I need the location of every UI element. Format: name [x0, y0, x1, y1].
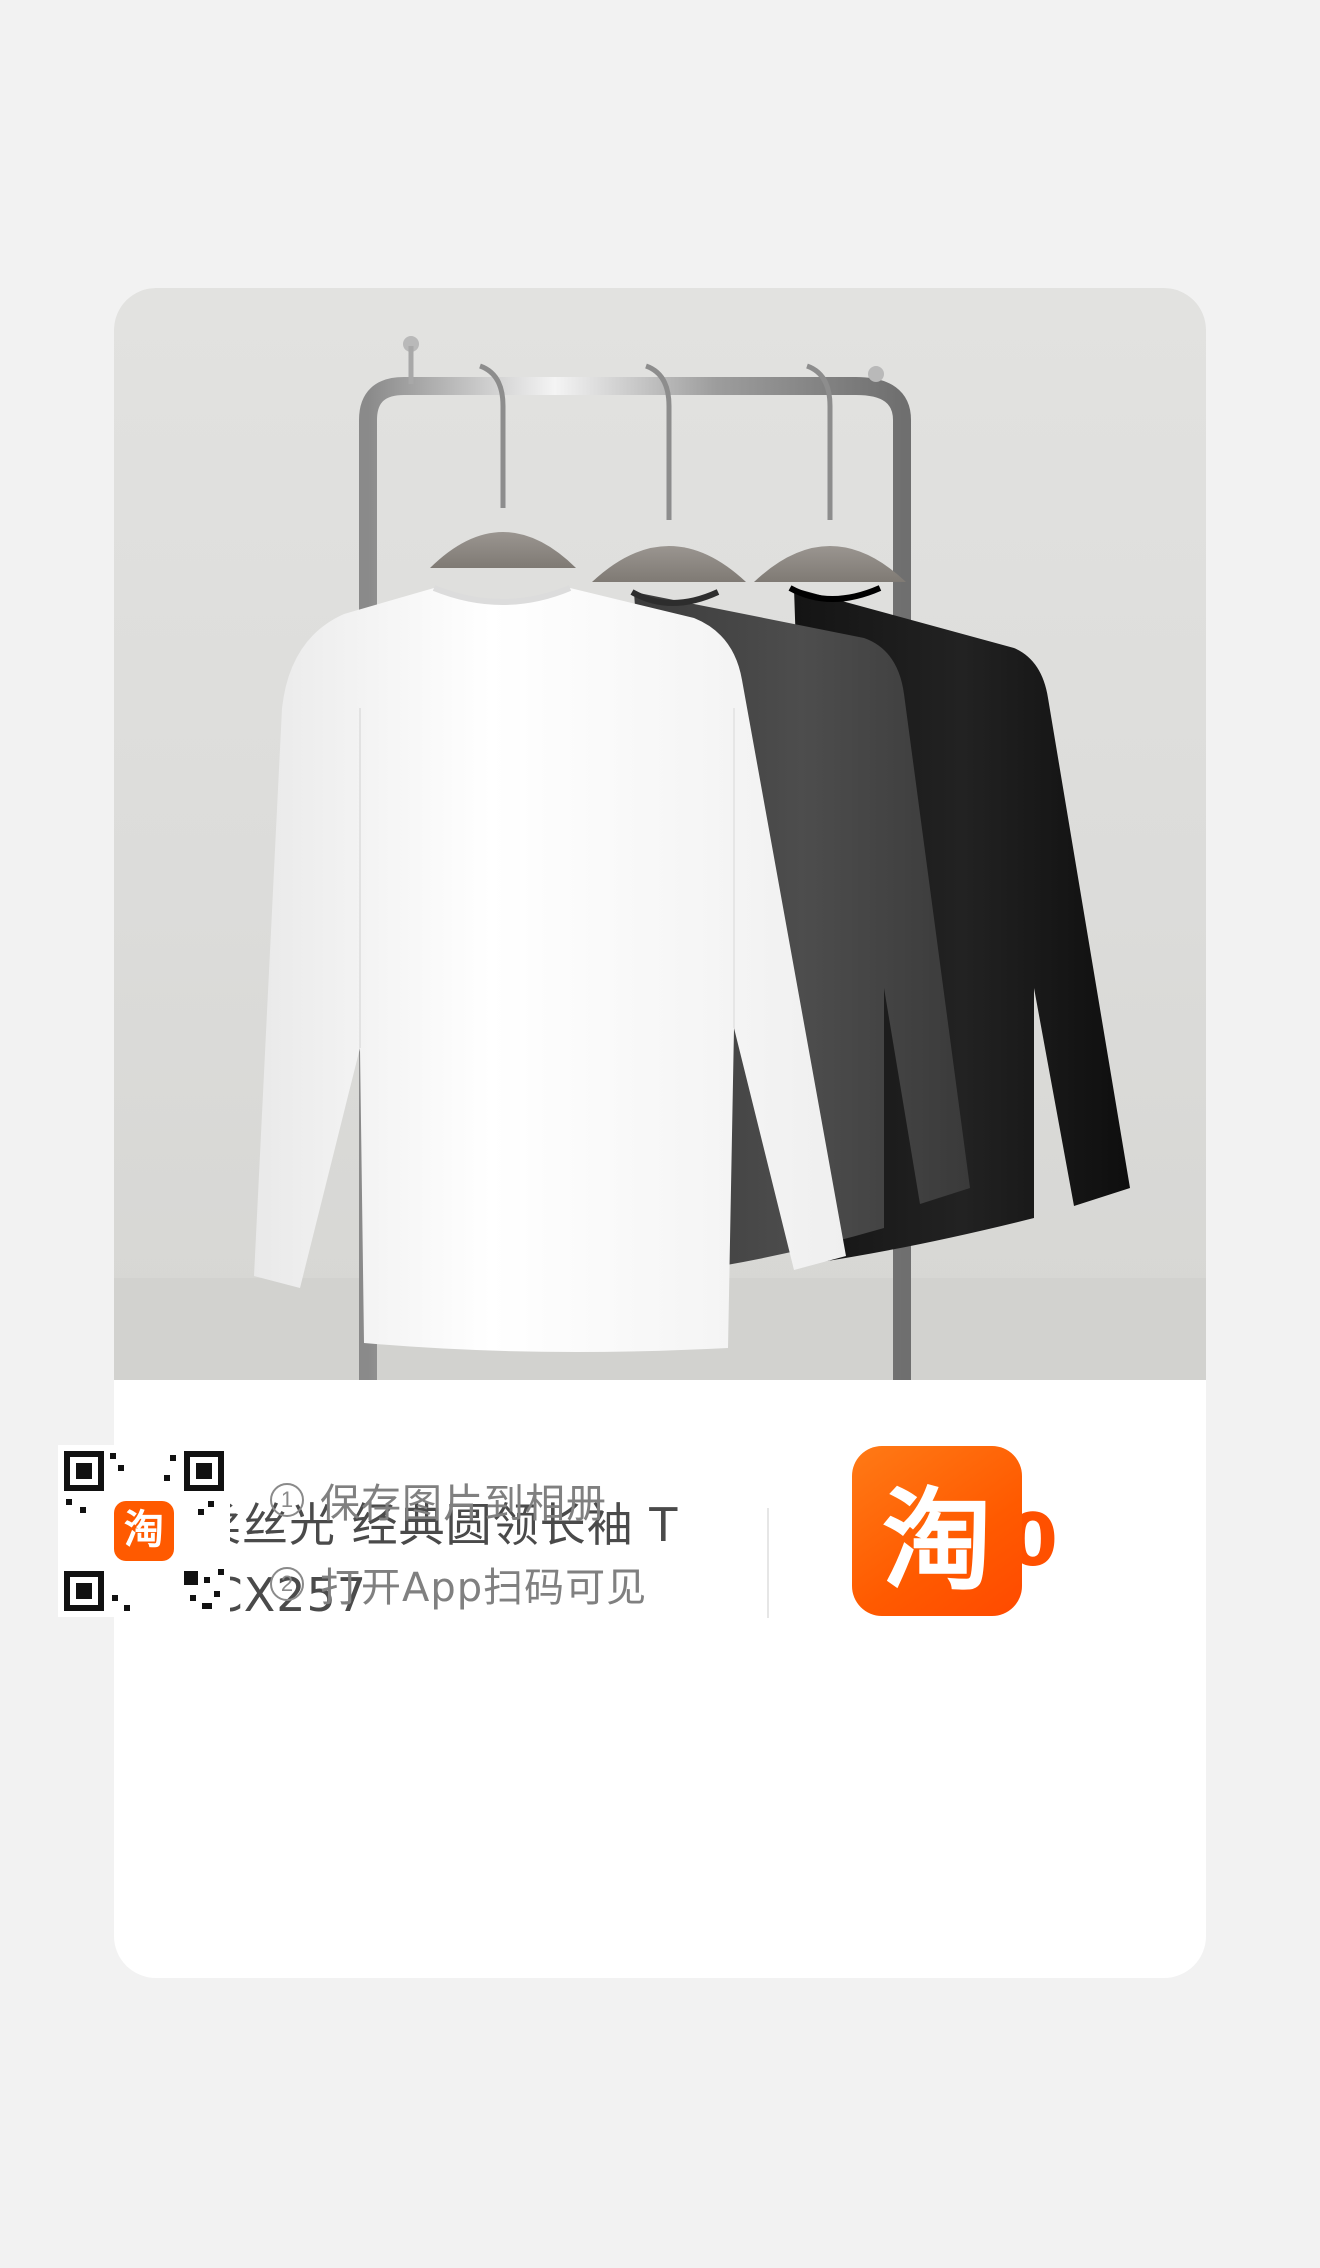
taobao-app-icon-text: 淘: [882, 1477, 992, 1605]
step-2-number: 2: [270, 1567, 304, 1601]
qr-logo-text: 淘: [124, 1507, 164, 1553]
step-1-number: 1: [270, 1483, 304, 1517]
step-2-text: 打开App扫码可见: [320, 1565, 648, 1611]
share-step-2: 2 打开App扫码可见: [270, 1542, 647, 1626]
product-image: [114, 288, 1206, 1380]
taobao-app-icon: 淘: [852, 1446, 1022, 1616]
product-share-card: 水柔丝光 经典圆领长袖 T 恤 CX257 ¥90: [114, 288, 1206, 1978]
step-1-text: 保存图片到相册: [320, 1481, 607, 1527]
info-divider: [767, 1508, 769, 1618]
share-step-1: 1 保存图片到相册: [270, 1458, 647, 1542]
qr-code-icon: 淘: [58, 1445, 230, 1617]
share-instructions: 1 保存图片到相册 2 打开App扫码可见: [270, 1458, 647, 1626]
